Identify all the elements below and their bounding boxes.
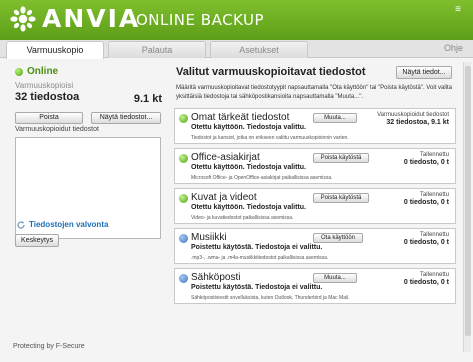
online-status-label: Online (27, 66, 59, 77)
app-window: ANVIA ONLINE BACKUP ≡ Varmuuskopio Palau… (0, 0, 473, 362)
card-office-documents: Office-asiakirjat Otettu käyttöön. Tiedo… (174, 148, 456, 184)
disabled-status-icon (179, 274, 188, 283)
card-meta-value: 0 tiedosto, 0 t (403, 279, 449, 286)
card-own-files: Omat tärkeät tiedostot Otettu käyttöön. … (174, 108, 456, 144)
card-status: Poistettu käytöstä. Tiedostoja ei valitt… (191, 244, 323, 251)
online-status-icon (15, 68, 23, 76)
powered-by-label: Protecting by F-Secure (13, 343, 85, 350)
card-meta-value: 0 tiedosto, 0 t (403, 159, 449, 166)
panel-description: Määritä varmuuskopioitavat tiedostotyypi… (176, 85, 452, 100)
vertical-scrollbar[interactable] (463, 62, 471, 352)
files-count: 32 tiedostoa (15, 91, 80, 103)
card-description: Sähköpostiviestit sovelluksista, kuten O… (191, 295, 350, 301)
app-header: ANVIA ONLINE BACKUP ≡ (0, 0, 473, 40)
enabled-status-icon (179, 154, 188, 163)
change-button[interactable]: Muuta... (313, 273, 357, 283)
remove-button[interactable]: Poista (15, 112, 83, 124)
card-meta-label: Tallennettu (419, 192, 449, 198)
card-music: Musiikki Poistettu käytöstä. Tiedostoja … (174, 228, 456, 264)
card-meta-value: 32 tiedostoa, 9.1 kt (386, 119, 449, 126)
card-description: Microsoft Office- ja OpenOffice-asiakirj… (191, 175, 333, 181)
show-details-button[interactable]: Näytä tiedot... (396, 66, 452, 79)
disabled-status-icon (179, 234, 188, 243)
card-title: Omat tärkeät tiedostot (191, 112, 290, 123)
enabled-status-icon (179, 194, 188, 203)
card-meta-label: Tallennettu (419, 272, 449, 278)
files-size: 9.1 kt (133, 93, 162, 105)
tab-restore[interactable]: Palauta (108, 41, 206, 58)
card-meta-label: Varmuuskopioidut tiedostot (377, 112, 449, 118)
tab-bar: Varmuuskopio Palauta Asetukset Ohje (0, 40, 473, 59)
change-button[interactable]: Muuta... (313, 113, 357, 123)
selected-files-panel: Valitut varmuuskopioitavat tiedostot Näy… (174, 60, 461, 350)
card-title: Office-asiakirjat (191, 152, 260, 163)
backup-label: Varmuuskopioisi (15, 81, 74, 90)
file-monitoring-label: Tiedostojen valvonta (29, 220, 109, 229)
pause-button[interactable]: Keskeytys (15, 234, 59, 247)
card-meta-label: Tallennettu (419, 232, 449, 238)
anvia-logo-icon (10, 6, 36, 32)
card-meta-label: Tallennettu (419, 152, 449, 158)
product-name: ONLINE BACKUP (136, 11, 264, 29)
enabled-status-icon (179, 114, 188, 123)
help-link[interactable]: Ohje (444, 43, 463, 53)
card-status: Otettu käyttöön. Tiedostoja valittu. (191, 204, 306, 211)
card-description: Video- ja kuvatiedostot paikallisissa as… (191, 215, 294, 221)
card-title: Kuvat ja videot (191, 192, 257, 203)
menu-icon[interactable]: ≡ (451, 4, 465, 16)
card-meta-value: 0 tiedosto, 0 t (403, 199, 449, 206)
backup-status-panel: Online Varmuuskopioisi 32 tiedostoa 9.1 … (13, 62, 168, 337)
disable-button[interactable]: Poista käytöstä (313, 153, 369, 163)
refresh-icon (17, 221, 25, 229)
show-files-button[interactable]: Näytä tiedostot... (91, 112, 161, 124)
disable-button[interactable]: Poista käytöstä (313, 193, 369, 203)
card-status: Otettu käyttöön. Tiedostoja valittu. (191, 124, 306, 131)
backed-up-files-label: Varmuuskopioidut tiedostot (15, 126, 99, 133)
tab-backup[interactable]: Varmuuskopio (6, 41, 104, 59)
card-status: Otettu käyttöön. Tiedostoja valittu. (191, 164, 306, 171)
card-meta-value: 0 tiedosto, 0 t (403, 239, 449, 246)
enable-button[interactable]: Ota käyttöön (313, 233, 363, 243)
panel-title: Valitut varmuuskopioitavat tiedostot (176, 66, 366, 78)
card-photos-videos: Kuvat ja videot Otettu käyttöön. Tiedost… (174, 188, 456, 224)
card-title: Sähköposti (191, 272, 241, 283)
card-description: Tiedostot ja kansiot, jotka on erikseen … (191, 135, 349, 141)
card-description: .mp3-, .wma- ja .m4a-musiikkitiedostot p… (191, 255, 329, 261)
tab-settings[interactable]: Asetukset (210, 41, 308, 58)
card-status: Poistettu käytöstä. Tiedostoja ei valitt… (191, 284, 323, 291)
card-title: Musiikki (191, 232, 227, 243)
card-email: Sähköposti Poistettu käytöstä. Tiedostoj… (174, 268, 456, 304)
scrollbar-thumb[interactable] (465, 66, 471, 336)
brand-name: ANVIA (42, 4, 141, 33)
